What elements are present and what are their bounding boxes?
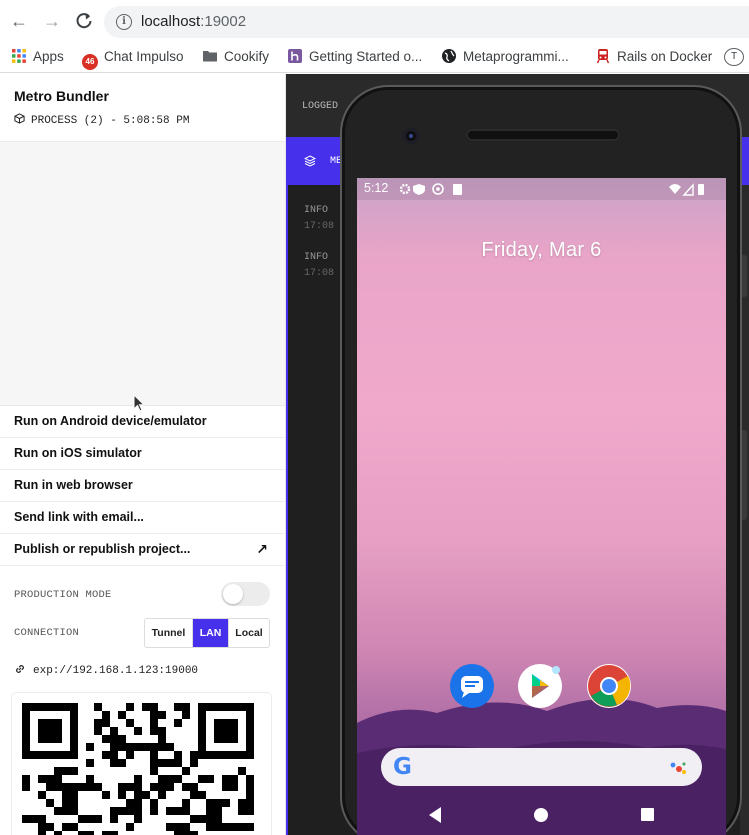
front-camera-icon xyxy=(403,128,419,144)
cube-icon xyxy=(14,113,25,124)
apps-grid-icon xyxy=(12,49,26,63)
exp-url-text: exp://192.168.1.123:19000 xyxy=(33,665,199,677)
bookmark-metaprogramming[interactable]: Metaprogrammi... xyxy=(441,47,569,67)
exp-url[interactable]: exp://192.168.1.123:19000 xyxy=(14,663,198,677)
qr-code-image xyxy=(22,703,254,835)
notification-icons xyxy=(399,183,462,195)
toggle-knob xyxy=(223,584,243,604)
qr-code xyxy=(12,693,271,835)
connection-label: CONNECTION xyxy=(14,627,80,639)
back-arrow-icon[interactable]: ← xyxy=(8,10,30,32)
emulator-screen[interactable]: 5:12 Friday, Mar 6 G xyxy=(357,178,726,835)
status-bar: 5:12 xyxy=(357,178,726,200)
address-bar[interactable]: i localhost:19002 xyxy=(104,6,749,38)
external-arrow-icon: ↗ xyxy=(256,541,268,557)
publish-project-button[interactable]: Publish or republish project... ↗ xyxy=(0,534,285,566)
production-mode-label: PRODUCTION MODE xyxy=(14,589,112,601)
chrome-icon[interactable] xyxy=(587,664,631,708)
log-line: INFO 17:08 xyxy=(304,252,335,279)
train-icon xyxy=(596,49,610,64)
play-store-icon[interactable] xyxy=(518,664,562,708)
lockscreen-date: Friday, Mar 6 xyxy=(481,239,602,261)
action-label: Run on Android device/emulator xyxy=(14,414,207,428)
reload-icon[interactable] xyxy=(73,10,95,32)
bookmark-label: Getting Started o... xyxy=(309,49,423,64)
bookmark-getting-started[interactable]: Getting Started o... xyxy=(287,47,422,67)
nav-recents-icon[interactable] xyxy=(641,808,654,821)
url-text: localhost:19002 xyxy=(141,13,247,30)
bookmark-apps[interactable]: Apps xyxy=(11,47,64,67)
nav-home-icon[interactable] xyxy=(534,808,548,822)
run-web-button[interactable]: Run in web browser xyxy=(0,470,285,502)
devices-area xyxy=(0,142,285,406)
nav-back-icon[interactable] xyxy=(429,807,441,823)
bookmark-label: Chat Impulso xyxy=(104,49,184,64)
action-label: Send link with email... xyxy=(14,510,144,524)
bookmark-label: Cookify xyxy=(224,49,270,64)
forward-arrow-icon[interactable]: → xyxy=(41,10,63,32)
action-label: Run on iOS simulator xyxy=(14,446,142,460)
bookmark-label: Metaprogrammi... xyxy=(463,49,569,64)
browser-toolbar: ← → i localhost:19002 xyxy=(0,0,749,42)
bookmark-label: Rails on Docker xyxy=(617,49,713,64)
wifi-signal-battery-icons xyxy=(669,183,704,196)
google-logo-icon: G xyxy=(393,754,412,780)
expo-devtools-sidebar: Metro Bundler PROCESS (2) - 5:08:58 PM R… xyxy=(0,74,286,835)
connection-lan-option[interactable]: LAN xyxy=(193,619,228,647)
action-label: Publish or republish project... xyxy=(14,542,191,556)
run-android-button[interactable]: Run on Android device/emulator xyxy=(0,406,285,438)
layers-icon xyxy=(304,155,316,167)
connection-local-option[interactable]: Local xyxy=(228,619,269,647)
logs-header-label: LOGGED xyxy=(302,101,339,112)
bookmarks-bar: Apps 46 Chat Impulso Cookify Getting Star… xyxy=(0,42,749,73)
production-mode-toggle[interactable] xyxy=(221,582,270,606)
heroku-icon xyxy=(288,49,302,63)
google-search-bar[interactable]: G xyxy=(381,748,702,786)
action-label: Run in web browser xyxy=(14,478,133,492)
run-ios-button[interactable]: Run on iOS simulator xyxy=(0,438,285,470)
sidebar-header: Metro Bundler PROCESS (2) - 5:08:58 PM xyxy=(0,74,285,142)
assistant-icon[interactable] xyxy=(670,760,688,776)
bookmark-chat-impulso[interactable]: 46 Chat Impulso xyxy=(82,47,184,70)
folder-icon xyxy=(203,51,217,62)
link-icon xyxy=(16,665,24,673)
chat-badge-icon: 46 xyxy=(82,54,98,70)
page-title: Metro Bundler xyxy=(14,88,109,104)
globe-icon xyxy=(442,49,456,63)
speaker-grille xyxy=(466,129,620,141)
profile-avatar[interactable]: T xyxy=(724,48,744,66)
log-line: INFO 17:08 xyxy=(304,205,335,232)
bookmark-rails-on-docker[interactable]: Rails on Docker xyxy=(595,47,712,67)
bookmark-label: Apps xyxy=(33,49,64,64)
bookmark-cookify[interactable]: Cookify xyxy=(202,47,269,67)
send-link-email-button[interactable]: Send link with email... xyxy=(0,502,285,534)
messages-icon[interactable] xyxy=(450,664,494,708)
process-status[interactable]: PROCESS (2) - 5:08:58 PM xyxy=(14,113,189,127)
connection-selector: Tunnel LAN Local xyxy=(144,618,270,648)
status-time: 5:12 xyxy=(364,181,389,195)
info-icon[interactable]: i xyxy=(116,14,132,30)
process-label: PROCESS (2) - 5:08:58 PM xyxy=(31,115,190,127)
android-nav-bar xyxy=(429,807,654,823)
connection-tunnel-option[interactable]: Tunnel xyxy=(145,619,193,647)
